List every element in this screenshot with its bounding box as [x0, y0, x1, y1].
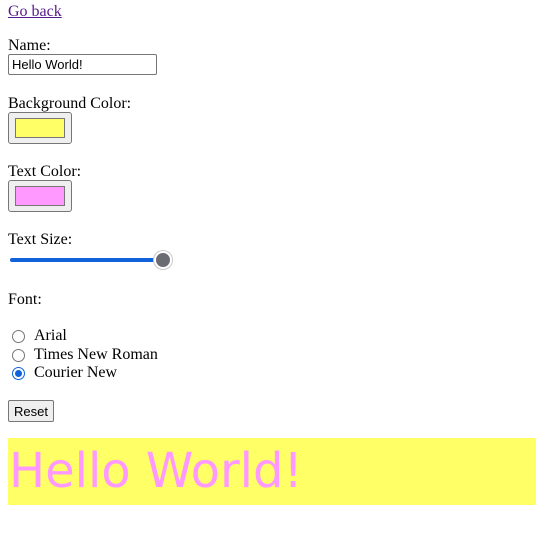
reset-button[interactable]: Reset [8, 400, 54, 422]
font-radio-times-new-roman[interactable] [12, 348, 25, 362]
text-color-swatch [15, 186, 65, 206]
font-option-label: Courier New [34, 364, 118, 381]
font-radio-arial[interactable] [12, 329, 25, 343]
font-option-label: Times New Roman [34, 346, 158, 363]
text-size-slider-thumb[interactable] [154, 251, 172, 269]
font-option-label: Arial [34, 327, 67, 344]
font-option-arial[interactable]: Arial [12, 327, 67, 345]
go-back-link[interactable]: Go back [8, 3, 62, 21]
text-size-slider-track [10, 258, 163, 262]
name-label: Name: [8, 37, 51, 54]
preview-text: Hello World! [9, 443, 303, 499]
background-color-swatch [15, 118, 65, 138]
background-color-picker[interactable] [8, 112, 72, 144]
font-option-times-new-roman[interactable]: Times New Roman [12, 346, 158, 364]
font-label: Font: [8, 291, 42, 308]
name-input[interactable] [8, 54, 157, 75]
font-option-courier-new[interactable]: Courier New [12, 364, 117, 382]
preview-box: Hello World! [8, 438, 536, 505]
text-color-picker[interactable] [8, 180, 72, 212]
text-size-slider[interactable] [8, 250, 172, 270]
background-color-label: Background Color: [8, 95, 132, 112]
font-radio-courier-new[interactable] [12, 366, 25, 380]
text-color-label: Text Color: [8, 163, 82, 180]
text-size-label: Text Size: [8, 231, 73, 248]
